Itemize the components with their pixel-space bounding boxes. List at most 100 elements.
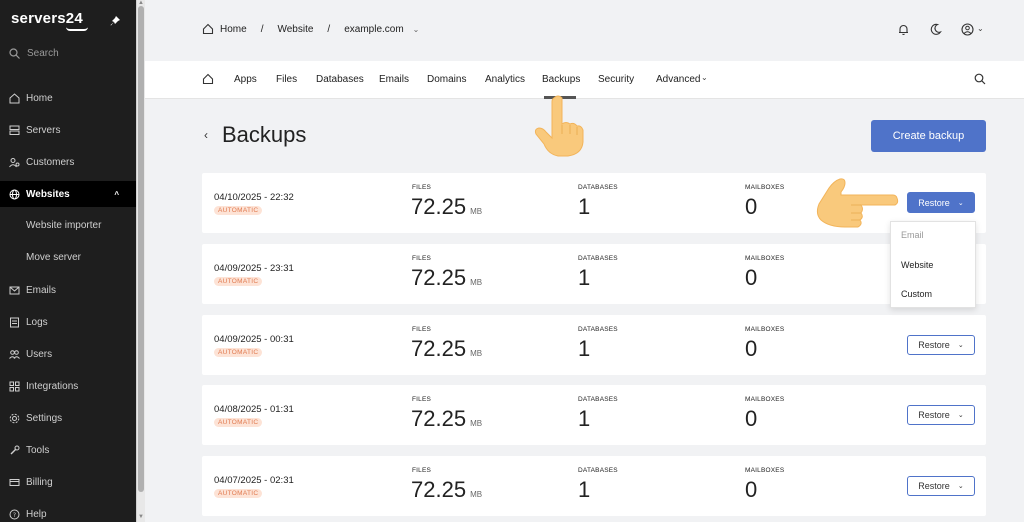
- home-icon[interactable]: [202, 23, 214, 35]
- mailboxes-value: 0: [745, 406, 758, 431]
- sidebar-item-integrations[interactable]: Integrations: [0, 373, 136, 399]
- sidebar-item-tools[interactable]: Tools: [0, 437, 136, 463]
- databases-value: 1: [578, 336, 591, 361]
- files-unit: MB: [470, 349, 483, 358]
- breadcrumb-domain[interactable]: example.com: [344, 24, 403, 35]
- sidebar-item-help[interactable]: ? Help: [0, 501, 136, 522]
- sidebar-item-emails[interactable]: Emails: [0, 277, 136, 303]
- sidebar-item-label: Settings: [26, 412, 63, 424]
- sidebar-item-home[interactable]: Home: [0, 85, 136, 111]
- home-icon[interactable]: [202, 73, 214, 85]
- tab-apps[interactable]: Apps: [234, 74, 257, 85]
- files-value: 72.25 MB: [411, 336, 482, 362]
- tab-emails[interactable]: Emails: [379, 74, 409, 85]
- tab-files[interactable]: Files: [276, 74, 297, 85]
- customers-icon: [9, 157, 20, 167]
- breadcrumb: Home / Website / example.com ⌄: [202, 23, 419, 35]
- mail-icon: [9, 286, 20, 294]
- sidebar-item-label: Help: [26, 508, 47, 520]
- tab-backups[interactable]: Backups: [542, 74, 580, 85]
- sidebar-item-label: Logs: [26, 316, 48, 328]
- mailboxes-label: MAILBOXES: [745, 255, 785, 262]
- back-chevron-icon[interactable]: ‹: [204, 128, 208, 142]
- sidebar-item-customers[interactable]: Customers: [0, 149, 136, 175]
- sidebar-item-label: Websites: [26, 188, 70, 200]
- mailboxes-value: 0: [745, 194, 758, 219]
- files-value: 72.25 MB: [411, 265, 482, 291]
- breadcrumb-website[interactable]: Website: [277, 24, 313, 35]
- files-size: 72.25: [411, 194, 467, 219]
- sidebar-item-users[interactable]: Users: [0, 341, 136, 367]
- breadcrumb-home[interactable]: Home: [220, 24, 247, 35]
- restore-button[interactable]: Restore ⌄: [907, 192, 975, 213]
- brand-logo[interactable]: servers24: [11, 10, 83, 27]
- sidebar-search[interactable]: Search: [9, 48, 59, 59]
- tools-icon: [10, 445, 20, 454]
- files-unit: MB: [470, 278, 483, 287]
- sidebar-item-label: Customers: [26, 156, 75, 168]
- sidebar-item-label: Emails: [26, 284, 57, 296]
- files-unit: MB: [470, 490, 483, 499]
- sidebar-item-label: Billing: [26, 476, 53, 488]
- chevron-down-icon: ⌄: [957, 412, 964, 419]
- backup-row: 04/08/2025 - 01:31 AUTOMATIC FILES 72.25…: [202, 385, 986, 445]
- files-value: 72.25 MB: [411, 406, 482, 432]
- sidebar-item-servers[interactable]: Servers: [0, 117, 136, 143]
- sidebar-item-label: Users: [26, 348, 53, 360]
- tab-databases[interactable]: Databases: [316, 74, 364, 85]
- files-unit: MB: [470, 207, 483, 216]
- files-size: 72.25: [411, 406, 467, 431]
- user-avatar-icon[interactable]: [961, 23, 974, 36]
- databases-label: DATABASES: [578, 326, 618, 333]
- svg-text:?: ?: [13, 512, 16, 519]
- create-backup-button[interactable]: Create backup: [871, 120, 986, 152]
- files-label: FILES: [412, 326, 432, 333]
- breadcrumb-separator: /: [327, 23, 331, 35]
- logs-icon: [10, 317, 19, 327]
- chevron-down-icon[interactable]: ⌄: [977, 24, 984, 33]
- tab-analytics[interactable]: Analytics: [485, 74, 525, 85]
- scroll-down-icon[interactable]: ▼: [137, 514, 145, 520]
- search-icon[interactable]: [974, 73, 986, 85]
- moon-icon[interactable]: [929, 23, 942, 36]
- mailboxes-value: 0: [745, 265, 758, 290]
- restore-button[interactable]: Restore ⌄: [907, 476, 975, 496]
- restore-label: Restore: [918, 481, 950, 491]
- sidebar-item-settings[interactable]: Settings: [0, 405, 136, 431]
- chevron-down-icon: ⌄: [957, 342, 964, 349]
- files-label: FILES: [412, 467, 432, 474]
- mailboxes-label: MAILBOXES: [745, 467, 785, 474]
- files-label: FILES: [412, 184, 432, 191]
- files-size: 72.25: [411, 265, 467, 290]
- restore-option-website[interactable]: Website: [901, 260, 933, 270]
- restore-button[interactable]: Restore ⌄: [907, 405, 975, 425]
- tab-advanced[interactable]: Advanced: [656, 74, 700, 85]
- restore-option-custom[interactable]: Custom: [901, 289, 932, 299]
- pointing-hand-right-icon: [816, 178, 899, 228]
- sidebar-scrollbar[interactable]: ▲ ▼: [136, 0, 145, 522]
- integrations-icon: [9, 381, 20, 391]
- home-icon: [9, 92, 20, 103]
- restore-label: Restore: [918, 197, 950, 208]
- mailboxes-value: 0: [745, 477, 758, 502]
- tab-domains[interactable]: Domains: [427, 74, 466, 85]
- mailboxes-label: MAILBOXES: [745, 184, 785, 191]
- databases-label: DATABASES: [578, 255, 618, 262]
- tab-security[interactable]: Security: [598, 74, 634, 85]
- sidebar-item-websites[interactable]: Websites ^: [0, 181, 136, 207]
- files-size: 72.25: [411, 336, 467, 361]
- sidebar-subitem-move-server[interactable]: Move server: [26, 252, 81, 263]
- mailboxes-value: 0: [745, 336, 758, 361]
- billing-icon: [9, 478, 20, 486]
- sidebar-subitem-website-importer[interactable]: Website importer: [26, 220, 101, 231]
- scroll-thumb[interactable]: [138, 6, 144, 492]
- chevron-down-icon[interactable]: ⌄: [701, 73, 708, 82]
- pin-icon[interactable]: [110, 16, 120, 26]
- restore-button[interactable]: Restore ⌄: [907, 335, 975, 355]
- backup-date: 04/10/2025 - 22:32: [214, 192, 294, 203]
- sidebar-item-billing[interactable]: Billing: [0, 469, 136, 495]
- chevron-down-icon[interactable]: ⌄: [413, 25, 420, 34]
- sidebar-item-logs[interactable]: Logs: [0, 309, 136, 335]
- gear-icon: [9, 413, 20, 423]
- bell-icon[interactable]: [897, 23, 910, 36]
